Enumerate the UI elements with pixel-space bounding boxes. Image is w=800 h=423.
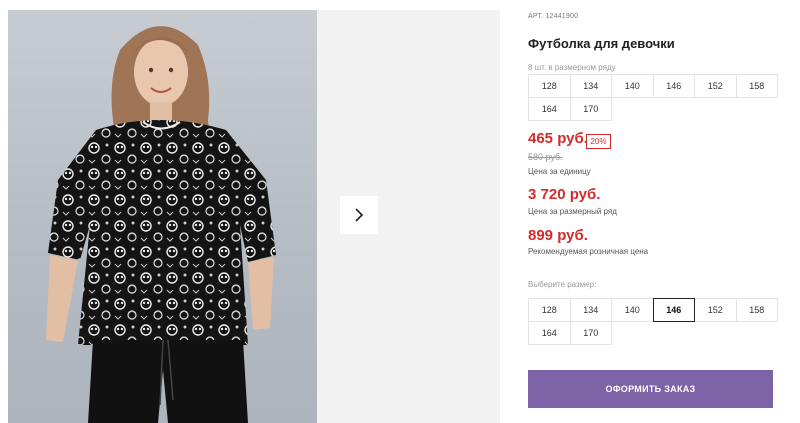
chevron-right-icon xyxy=(355,208,364,222)
series-price-label: Цена за размерный ряд xyxy=(528,207,617,216)
series-price: 3 720 руб. xyxy=(528,186,601,203)
unit-price: 465 руб. xyxy=(528,130,588,147)
place-order-button[interactable]: ОФОРМИТЬ ЗАКАЗ xyxy=(528,370,773,408)
size-option[interactable]: 128 xyxy=(528,298,571,322)
size-series-cell: 134 xyxy=(569,74,612,98)
discount-badge: 20% xyxy=(586,134,611,149)
product-page: АРТ. 12441900 Футболка для девочки 8 шт.… xyxy=(0,0,800,423)
girl-in-tshirt-image xyxy=(46,26,276,423)
size-option[interactable]: 158 xyxy=(735,298,778,322)
article-label: АРТ. xyxy=(528,13,544,20)
size-selector: 128 134 140 146 152 158 164 170 xyxy=(528,298,778,345)
choose-size-label: Выберите размер: xyxy=(528,280,597,289)
size-series-cell: 158 xyxy=(735,74,778,98)
size-option[interactable]: 134 xyxy=(569,298,612,322)
old-price: 580 руб. xyxy=(528,152,563,162)
size-series-cell: 152 xyxy=(694,74,737,98)
size-series-cell: 140 xyxy=(611,74,654,98)
next-image-button[interactable] xyxy=(340,196,378,234)
article-value: 12441900 xyxy=(545,13,579,20)
size-series-cell: 170 xyxy=(569,97,612,121)
product-photo xyxy=(8,10,317,423)
retail-price-label: Рекомендуемая розничная цена xyxy=(528,247,649,256)
article-number: АРТ. 12441900 xyxy=(528,13,578,20)
size-series-cell: 146 xyxy=(652,74,695,98)
product-gallery xyxy=(8,10,500,423)
product-title: Футболка для девочки xyxy=(528,36,675,51)
size-option[interactable]: 164 xyxy=(528,321,571,345)
size-series-cell: 128 xyxy=(528,74,571,98)
size-option[interactable]: 152 xyxy=(694,298,737,322)
sizes-in-series-caption: 8 шт. в размерном ряду xyxy=(528,63,616,72)
size-series-grid: 128 134 140 146 152 158 164 170 xyxy=(528,74,778,121)
size-option[interactable]: 140 xyxy=(611,298,654,322)
size-option-selected[interactable]: 146 xyxy=(652,298,695,322)
retail-price: 899 руб. xyxy=(528,227,588,244)
unit-price-label: Цена за единицу xyxy=(528,167,591,176)
size-option[interactable]: 170 xyxy=(569,321,612,345)
size-series-cell: 164 xyxy=(528,97,571,121)
